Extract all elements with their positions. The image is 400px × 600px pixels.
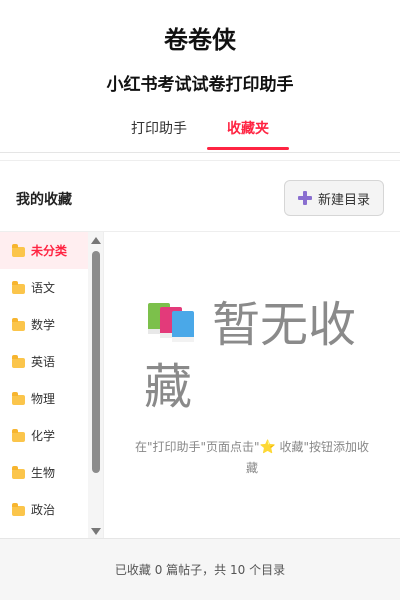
tab-favorites-label: 收藏夹 <box>227 121 269 137</box>
folder-item-chinese[interactable]: 语文 <box>0 269 88 306</box>
folder-label: 英语 <box>31 355 56 369</box>
scrollbar-thumb[interactable] <box>92 251 100 473</box>
folder-item-biology[interactable]: 生物 <box>0 454 88 491</box>
app-title: 卷卷侠 <box>164 26 236 54</box>
folder-icon <box>12 391 25 405</box>
new-folder-button[interactable]: 新建目录 <box>284 180 384 216</box>
app-root: 卷卷侠 小红书考试试卷打印助手 打印助手 收藏夹 我的收藏 新建目录 未分类 语… <box>0 0 400 600</box>
scroll-up-arrow-icon[interactable] <box>91 237 101 244</box>
tab-divider <box>0 152 400 153</box>
folder-icon <box>12 317 25 331</box>
plus-icon <box>297 191 312 205</box>
folder-sidebar: 未分类 语文 数学 英语 物理 化学 生物 政治 <box>0 232 104 538</box>
star-icon: ⭐ <box>259 440 276 455</box>
folder-icon <box>12 465 25 479</box>
folder-label: 数学 <box>31 318 56 332</box>
active-tab-indicator <box>207 147 289 150</box>
tab-print-helper[interactable]: 打印助手 <box>116 110 202 150</box>
folder-icon <box>12 243 25 257</box>
folder-label: 物理 <box>31 392 56 406</box>
folder-list: 未分类 语文 数学 英语 物理 化学 生物 政治 <box>0 232 88 528</box>
favorites-heading: 我的收藏 <box>16 192 72 208</box>
folder-label: 未分类 <box>31 244 68 258</box>
folder-icon <box>12 280 25 294</box>
folder-icon <box>12 428 25 442</box>
folder-label: 语文 <box>31 281 56 295</box>
hint-text-start: 在"打印助手"页面点击" <box>134 440 260 454</box>
folder-label: 化学 <box>31 429 56 443</box>
folder-icon <box>12 502 25 516</box>
favorites-toolbar: 我的收藏 新建目录 <box>0 160 400 232</box>
new-folder-label: 新建目录 <box>317 192 370 208</box>
favorites-content: 暂无收藏 在"打印助手"页面点击"⭐ 收藏"按钮添加收藏 <box>104 232 400 538</box>
empty-state-title: 暂无收藏 <box>144 294 374 418</box>
empty-state-hint: 在"打印助手"页面点击"⭐ 收藏"按钮添加收藏 <box>132 437 372 478</box>
folder-label: 生物 <box>31 466 56 480</box>
scroll-down-arrow-icon[interactable] <box>91 528 101 535</box>
books-icon <box>148 303 194 342</box>
folder-item-physics[interactable]: 物理 <box>0 380 88 417</box>
folder-item-english[interactable]: 英语 <box>0 343 88 380</box>
folder-item-uncategorized[interactable]: 未分类 <box>0 232 88 269</box>
app-subtitle: 小红书考试试卷打印助手 <box>106 75 294 95</box>
tab-bar: 打印助手 收藏夹 <box>0 110 400 152</box>
folder-item-politics[interactable]: 政治 <box>0 491 88 528</box>
status-footer: 已收藏 0 篇帖子，共 10 个目录 <box>0 538 400 600</box>
tab-favorites[interactable]: 收藏夹 <box>207 110 289 150</box>
folder-item-math[interactable]: 数学 <box>0 306 88 343</box>
folder-item-chemistry[interactable]: 化学 <box>0 417 88 454</box>
folder-label: 政治 <box>31 503 56 517</box>
folder-icon <box>12 354 25 368</box>
folder-scrollbar[interactable] <box>88 232 103 538</box>
